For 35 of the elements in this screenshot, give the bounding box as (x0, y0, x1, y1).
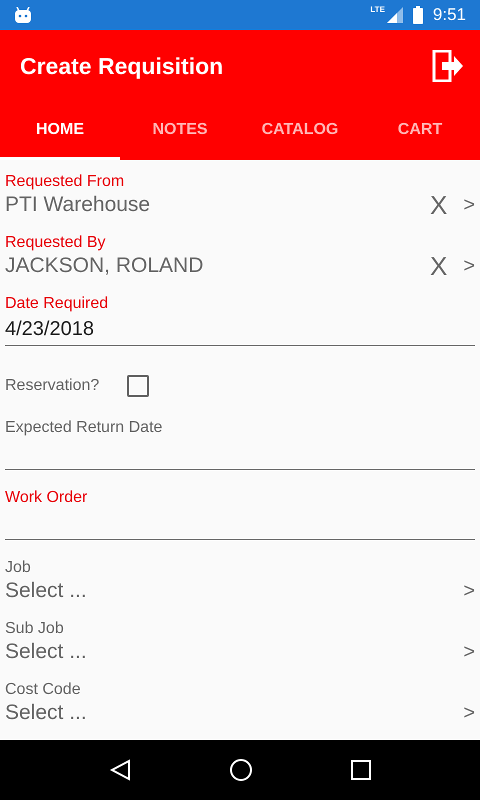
field-value[interactable]: JACKSON, ROLAND (5, 253, 204, 279)
tab[interactable]: HOME (0, 102, 120, 160)
home-icon[interactable] (229, 758, 253, 782)
back-icon[interactable] (109, 759, 131, 781)
exit-button[interactable] (430, 48, 466, 84)
battery-icon (412, 6, 423, 24)
field-label: Requested From (5, 172, 124, 192)
checkbox-label: Reservation? (5, 376, 100, 396)
android-icon (14, 7, 32, 23)
input-field[interactable]: 4/23/2018 (5, 314, 475, 346)
signal-icon (386, 7, 403, 23)
network-label: LTE (370, 6, 385, 14)
field-label: Sub Job (5, 619, 64, 639)
field-value[interactable]: PTI Warehouse (5, 192, 150, 218)
checkbox[interactable] (127, 375, 150, 397)
clear-button[interactable]: X (430, 192, 448, 218)
clock: 9:51 (432, 4, 466, 26)
field-label: Expected Return Date (5, 418, 162, 438)
field-value[interactable]: Select ... (5, 578, 87, 604)
chevron-button[interactable]: > (463, 639, 475, 665)
chevron-button[interactable]: > (463, 700, 475, 726)
clear-button[interactable]: X (430, 253, 448, 279)
field-label: Date Required (5, 294, 108, 314)
field-label: Work Order (5, 488, 88, 508)
chevron-button[interactable]: > (463, 253, 475, 279)
exit-icon (432, 50, 464, 82)
chevron-button[interactable]: > (463, 578, 475, 604)
field-value[interactable]: Select ... (5, 639, 87, 665)
field-value[interactable]: Select ... (5, 700, 87, 726)
toolbar-title: Create Requisition (20, 52, 224, 81)
recents-icon[interactable] (351, 760, 371, 780)
field-label: Job (5, 558, 31, 578)
chevron-button[interactable]: > (463, 192, 475, 218)
field-label: Requested By (5, 233, 106, 253)
field-label: Cost Code (5, 680, 81, 700)
